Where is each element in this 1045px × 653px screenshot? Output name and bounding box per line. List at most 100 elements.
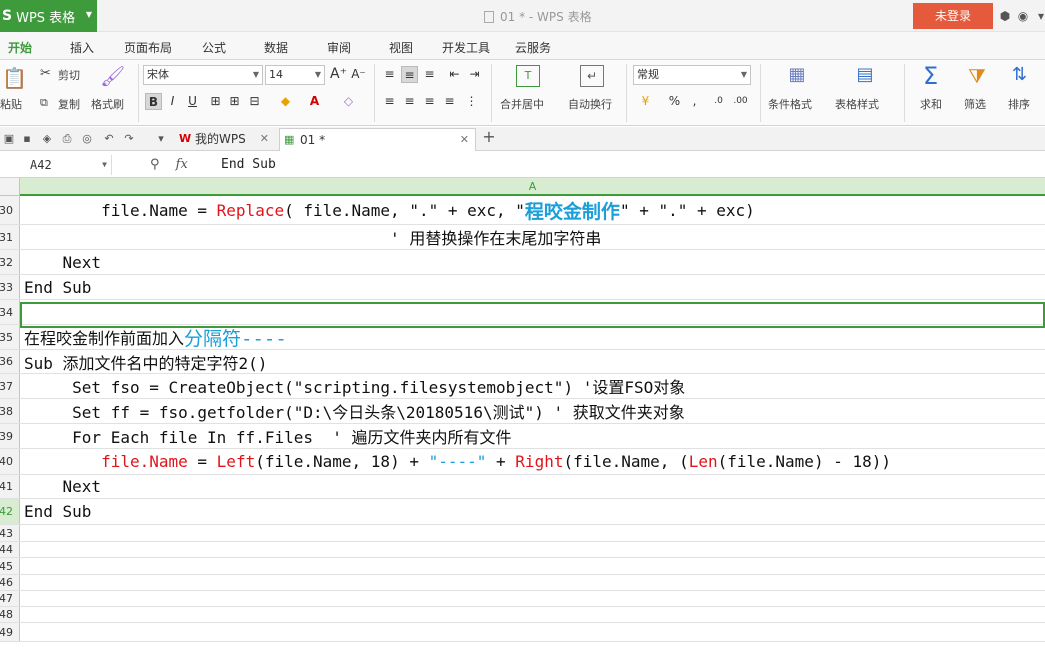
comma-icon[interactable]: , — [686, 93, 703, 110]
clear-format-icon[interactable]: ◇ — [340, 93, 357, 110]
row-number[interactable]: 42 — [0, 499, 20, 524]
table-row[interactable]: 40 file.Name = Left (file.Name, 18) + "--… — [0, 449, 1045, 475]
increase-decimal-icon[interactable]: .0 — [710, 93, 727, 110]
row-number[interactable]: 43 — [0, 525, 20, 541]
tab-page-layout[interactable]: 页面布局 — [124, 39, 172, 56]
merge-center-icon[interactable]: T — [516, 65, 540, 87]
folder-icon[interactable]: ▣ — [2, 132, 16, 146]
cell-a[interactable]: End Sub — [24, 275, 91, 299]
cell-a[interactable]: 在程咬金制作前面加入 分隔符---- — [24, 325, 287, 350]
distribute-icon[interactable]: ⋮ — [463, 93, 480, 110]
cell-a[interactable]: For Each file In ff.Files ' 遍历文件夹内所有文件 — [24, 424, 511, 448]
app-menu-button[interactable]: S WPS 表格 ▼ — [0, 0, 97, 32]
login-button[interactable]: 未登录 — [913, 3, 993, 29]
bold-button[interactable]: B — [145, 93, 162, 110]
align-middle-icon[interactable]: ≡ — [401, 66, 418, 83]
align-bottom-icon[interactable]: ≡ — [421, 66, 438, 83]
cell-a[interactable]: file.Name = Left (file.Name, 18) + "----"… — [24, 449, 891, 474]
table-row[interactable]: 31 ' 用替换操作在末尾加字符串 — [0, 225, 1045, 250]
add-tab-icon[interactable]: + — [482, 129, 496, 145]
table-row[interactable]: 43 — [0, 525, 1045, 542]
row-number[interactable]: 49 — [0, 623, 20, 641]
cell-a[interactable]: Sub 添加文件名中的特定字符2() — [24, 350, 267, 373]
row-number[interactable]: 41 — [0, 475, 20, 498]
indent-decrease-icon[interactable]: ⇤ — [446, 66, 463, 83]
filter-button[interactable]: 筛选 — [964, 96, 986, 112]
table-row[interactable]: 32 Next — [0, 250, 1045, 275]
select-all-corner[interactable] — [0, 178, 20, 196]
column-header-a[interactable]: A — [20, 178, 1045, 196]
fx-button[interactable]: fx — [176, 157, 188, 172]
font-color-icon[interactable]: A — [306, 93, 323, 110]
cell-a[interactable]: End Sub — [24, 499, 91, 524]
name-box[interactable]: A42 ▼ — [0, 155, 112, 175]
conditional-format-button[interactable]: 条件格式 — [768, 96, 812, 112]
fill-color-icon[interactable]: ◆ — [277, 93, 294, 110]
table-row[interactable]: 49 — [0, 623, 1045, 642]
tab-document[interactable]: ▦ 01 * ✕ — [279, 128, 476, 151]
align-left-icon[interactable]: ≡ — [381, 93, 398, 110]
tab-review[interactable]: 审阅 — [327, 39, 351, 56]
merge-center-button[interactable]: 合并居中 — [500, 96, 544, 112]
tab-developer[interactable]: 开发工具 — [442, 39, 490, 56]
align-center-icon[interactable]: ≡ — [401, 93, 418, 110]
table-row[interactable]: 48 — [0, 607, 1045, 623]
tab-formulas[interactable]: 公式 — [202, 39, 226, 56]
paste-icon[interactable]: 📋 — [2, 66, 27, 90]
table-row[interactable]: 42 End Sub — [0, 499, 1045, 525]
row-number[interactable]: 35 — [0, 325, 20, 349]
row-number[interactable]: 38 — [0, 399, 20, 423]
increase-font-icon[interactable]: A⁺ — [330, 66, 347, 83]
table-row[interactable]: 46 — [0, 575, 1045, 591]
decrease-font-icon[interactable]: A⁻ — [350, 66, 367, 83]
row-number[interactable]: 46 — [0, 575, 20, 590]
justify-icon[interactable]: ≡ — [441, 93, 458, 110]
font-name-select[interactable]: 宋体 ▼ — [143, 65, 263, 85]
row-number[interactable]: 40 — [0, 449, 20, 474]
cell-a[interactable]: Next — [24, 475, 102, 498]
sum-icon[interactable]: Σ — [923, 62, 938, 90]
format-painter-icon[interactable]: 🖌 — [100, 64, 125, 88]
paste-button[interactable]: 粘贴 — [0, 96, 22, 112]
close-icon[interactable]: ✕ — [460, 129, 469, 151]
row-number[interactable]: 32 — [0, 250, 20, 274]
sum-button[interactable]: 求和 — [920, 96, 942, 112]
close-icon[interactable]: ✕ — [260, 128, 269, 150]
cut-button[interactable]: 剪切 — [58, 67, 80, 83]
currency-icon[interactable]: ¥ — [637, 93, 654, 110]
merge-icon[interactable]: ⊟ — [246, 93, 263, 110]
customize-icon[interactable]: ▾ — [154, 132, 168, 146]
row-number[interactable]: 31 — [0, 225, 20, 249]
font-size-select[interactable]: 14 ▼ — [265, 65, 325, 85]
print-icon[interactable]: ⎙ — [60, 132, 74, 146]
row-number[interactable]: 39 — [0, 424, 20, 448]
cell-a[interactable]: file.Name = Replace( file.Name, "." + ex… — [24, 196, 755, 224]
conditional-format-icon[interactable]: ▦ — [784, 64, 810, 88]
sort-button[interactable]: 排序 — [1008, 96, 1030, 112]
redo-icon[interactable]: ↷ — [122, 132, 136, 146]
tab-insert[interactable]: 插入 — [70, 39, 94, 56]
tab-home[interactable]: 开始 — [8, 39, 32, 56]
zoom-icon[interactable]: ⚲ — [150, 157, 160, 172]
indent-increase-icon[interactable]: ⇥ — [466, 66, 483, 83]
row-number[interactable]: 44 — [0, 542, 20, 557]
cell-a[interactable]: Set fso = CreateObject("scripting.filesy… — [24, 374, 685, 398]
tab-cloud[interactable]: 云服务 — [515, 39, 551, 56]
row-number[interactable]: 37 — [0, 374, 20, 398]
row-number[interactable]: 36 — [0, 350, 20, 373]
table-row[interactable]: 38 Set ff = fso.getfolder("D:\今日头条\20180… — [0, 399, 1045, 424]
number-format-select[interactable]: 常规 ▼ — [633, 65, 751, 85]
align-right-icon[interactable]: ≡ — [421, 93, 438, 110]
print-preview-icon[interactable]: ◎ — [80, 132, 94, 146]
cell-a[interactable]: ' 用替换操作在末尾加字符串 — [24, 225, 601, 249]
row-number[interactable]: 30 — [0, 196, 20, 224]
underline-button[interactable]: U — [184, 93, 201, 110]
undo-icon[interactable]: ↶ — [102, 132, 116, 146]
table-row[interactable]: 34 — [0, 300, 1045, 325]
tab-data[interactable]: 数据 — [264, 39, 288, 56]
align-top-icon[interactable]: ≡ — [381, 66, 398, 83]
row-number[interactable]: 47 — [0, 591, 20, 606]
sort-icon[interactable]: ⇅ — [1012, 64, 1027, 85]
table-row[interactable]: 37 Set fso = CreateObject("scripting.fil… — [0, 374, 1045, 399]
row-number[interactable]: 48 — [0, 607, 20, 622]
